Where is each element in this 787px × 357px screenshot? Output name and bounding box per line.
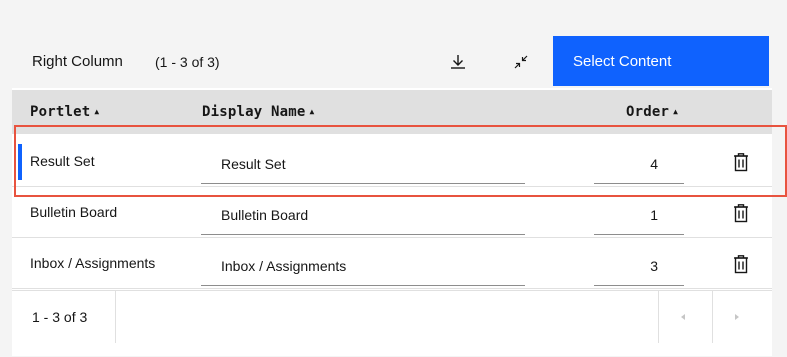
next-page-button[interactable]: [712, 291, 761, 343]
table-header: Portlet ▲ Display Name ▲ Order ▲: [12, 90, 772, 134]
display-name-input[interactable]: [201, 195, 525, 235]
caret-left-icon: [681, 314, 685, 320]
previous-page-button[interactable]: [658, 291, 707, 343]
table-row[interactable]: Inbox / Assignments: [12, 238, 772, 289]
delete-button[interactable]: [730, 201, 752, 225]
pagination-footer: 1 - 3 of 3: [12, 290, 772, 343]
header-order[interactable]: Order ▲: [626, 90, 678, 134]
order-input[interactable]: [594, 144, 684, 184]
pagination-range: 1 - 3 of 3: [12, 291, 116, 343]
delete-button[interactable]: [730, 252, 752, 276]
order-input[interactable]: [594, 195, 684, 235]
sort-arrow-icon: ▲: [673, 107, 679, 116]
portlet-table-panel: Right Column (1 - 3 of 3) Select Content…: [12, 36, 772, 356]
download-icon: [451, 55, 465, 69]
download-button[interactable]: [442, 46, 474, 78]
delete-button[interactable]: [730, 150, 752, 174]
table-toolbar: Right Column (1 - 3 of 3) Select Content: [12, 36, 772, 88]
header-display-name[interactable]: Display Name ▲: [202, 90, 315, 134]
header-portlet[interactable]: Portlet ▲: [30, 90, 99, 134]
order-input[interactable]: [594, 246, 684, 286]
caret-right-icon: [735, 314, 739, 320]
row-portlet: Result Set: [30, 153, 95, 169]
collapse-button[interactable]: [505, 46, 537, 78]
row-portlet: Inbox / Assignments: [30, 255, 156, 271]
trash-icon: [734, 153, 748, 172]
sort-arrow-icon: ▲: [94, 107, 100, 116]
select-content-button[interactable]: Select Content: [553, 36, 769, 86]
table-count: (1 - 3 of 3): [155, 54, 220, 70]
trash-icon: [734, 255, 748, 274]
display-name-input[interactable]: [201, 246, 525, 286]
table-title: Right Column: [32, 53, 123, 70]
selection-indicator: [18, 144, 22, 180]
table-row[interactable]: Result Set: [12, 136, 772, 187]
sort-arrow-icon: ▲: [309, 107, 315, 116]
display-name-input[interactable]: [201, 144, 525, 184]
trash-icon: [734, 204, 748, 223]
collapse-icon: [514, 55, 528, 69]
table-row[interactable]: Bulletin Board: [12, 187, 772, 238]
row-portlet: Bulletin Board: [30, 204, 118, 220]
